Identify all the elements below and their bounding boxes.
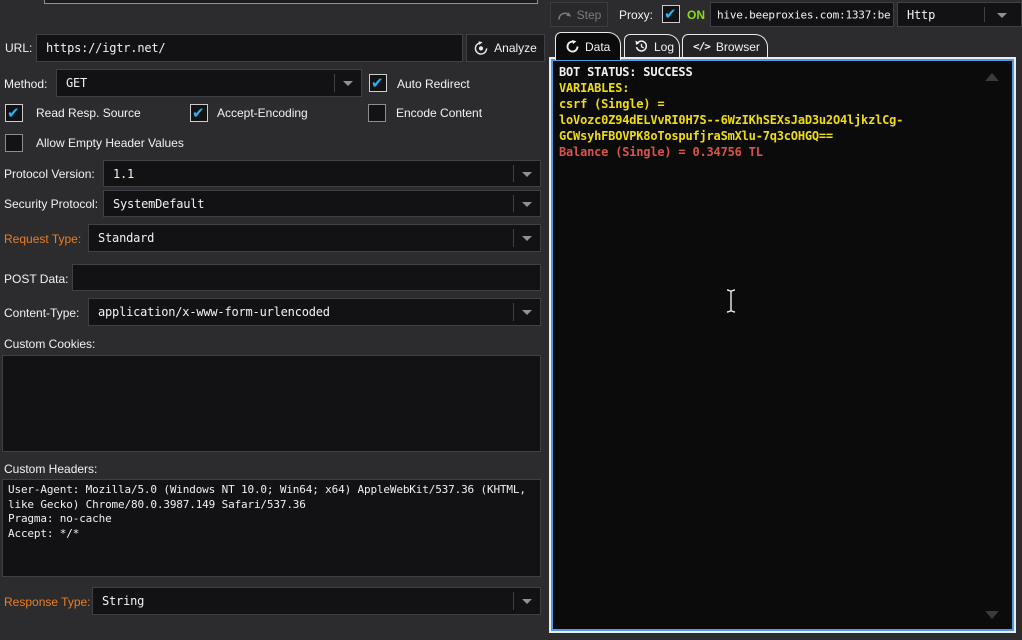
post-data-label: POST Data: <box>4 272 68 286</box>
proxy-on-badge: ON <box>687 8 705 22</box>
text-cursor-ibeam <box>724 287 738 320</box>
tab-log-label: Log <box>654 40 674 54</box>
step-button[interactable]: Step <box>550 2 608 27</box>
url-label: URL: <box>5 41 32 55</box>
step-button-label: Step <box>577 8 602 22</box>
url-input[interactable]: https://igtr.net/ <box>36 34 463 62</box>
protocol-version-label: Protocol Version: <box>4 167 95 181</box>
refresh-icon <box>566 40 579 53</box>
request-type-label: Request Type: <box>4 232 81 246</box>
custom-cookies-textarea[interactable] <box>2 355 541 452</box>
read-resp-source-label: Read Resp. Source <box>36 106 141 120</box>
read-resp-source-checkbox[interactable] <box>5 104 23 122</box>
chevron-down-icon <box>522 236 532 241</box>
tab-data[interactable]: Data <box>555 32 621 60</box>
step-arrow-icon <box>557 9 572 21</box>
code-icon: </> <box>693 40 710 53</box>
response-type-label: Response Type: <box>4 595 91 609</box>
chevron-down-icon <box>522 310 532 315</box>
custom-cookies-label: Custom Cookies: <box>4 337 95 351</box>
response-type-dropdown[interactable]: String <box>92 587 541 615</box>
proxy-label: Proxy: <box>619 8 653 22</box>
analyze-orbit-icon <box>474 41 488 55</box>
chevron-down-icon <box>522 202 532 207</box>
proxy-checkbox[interactable] <box>662 5 680 23</box>
allow-empty-header-values-checkbox[interactable] <box>5 134 23 152</box>
auto-redirect-label: Auto Redirect <box>397 77 470 91</box>
post-data-input[interactable] <box>72 264 541 291</box>
allow-empty-header-values-label: Allow Empty Header Values <box>36 136 184 150</box>
proxy-host-input[interactable]: hive.beeproxies.com:1337:be <box>710 2 894 27</box>
scroll-up-icon[interactable] <box>985 73 999 81</box>
custom-headers-label: Custom Headers: <box>4 462 97 476</box>
encode-content-label: Encode Content <box>396 106 482 120</box>
bot-status-line: BOT STATUS: SUCCESS <box>559 64 903 80</box>
tab-browser-label: Browser <box>716 40 760 54</box>
method-label: Method: <box>4 77 47 91</box>
partial-top-field[interactable] <box>44 0 538 4</box>
protocol-version-dropdown[interactable]: 1.1 <box>103 160 541 187</box>
chevron-down-icon <box>343 81 353 86</box>
request-type-dropdown[interactable]: Standard <box>88 224 541 252</box>
proxy-type-dropdown[interactable]: Http <box>897 2 1022 27</box>
scroll-down-icon[interactable] <box>985 611 999 619</box>
tab-data-label: Data <box>585 40 610 54</box>
security-protocol-dropdown[interactable]: SystemDefault <box>103 190 541 217</box>
csrf-value-line-2: GCWsyhFBOVPK8oTospufjraSmXlu-7q3cOHGQ== <box>559 128 903 144</box>
accept-encoding-checkbox[interactable] <box>190 104 208 122</box>
tab-log[interactable]: Log <box>624 34 680 58</box>
security-protocol-label: Security Protocol: <box>4 197 98 211</box>
encode-content-checkbox[interactable] <box>368 104 386 122</box>
history-icon <box>635 40 648 53</box>
tab-browser[interactable]: </> Browser <box>682 34 768 58</box>
analyze-button-label: Analyze <box>494 41 537 55</box>
csrf-value-line-1: loVozc0Z94dELVvRI0H7S--6WzIKhSEXsJaD3u2O… <box>559 112 903 128</box>
app-window: URL: https://igtr.net/ Analyze Method: G… <box>0 0 1022 640</box>
bot-output-text: BOT STATUS: SUCCESS VARIABLES: csrf (Sin… <box>559 64 903 160</box>
content-type-label: Content-Type: <box>4 306 79 320</box>
auto-redirect-checkbox[interactable] <box>369 74 387 92</box>
balance-variable-line: Balance (Single) = 0.34756 TL <box>559 144 903 160</box>
analyze-button[interactable]: Analyze <box>466 34 545 62</box>
chevron-down-icon <box>522 599 532 604</box>
custom-headers-textarea[interactable]: User-Agent: Mozilla/5.0 (Windows NT 10.0… <box>2 479 541 577</box>
content-type-dropdown[interactable]: application/x-www-form-urlencoded <box>88 298 541 326</box>
variables-heading: VARIABLES: <box>559 80 903 96</box>
csrf-variable-line: csrf (Single) = <box>559 96 903 112</box>
accept-encoding-label: Accept-Encoding <box>217 106 308 120</box>
chevron-down-icon <box>522 172 532 177</box>
method-dropdown[interactable]: GET <box>56 69 362 97</box>
bot-data-output-panel[interactable]: BOT STATUS: SUCCESS VARIABLES: csrf (Sin… <box>549 57 1016 633</box>
chevron-down-icon <box>997 13 1007 18</box>
